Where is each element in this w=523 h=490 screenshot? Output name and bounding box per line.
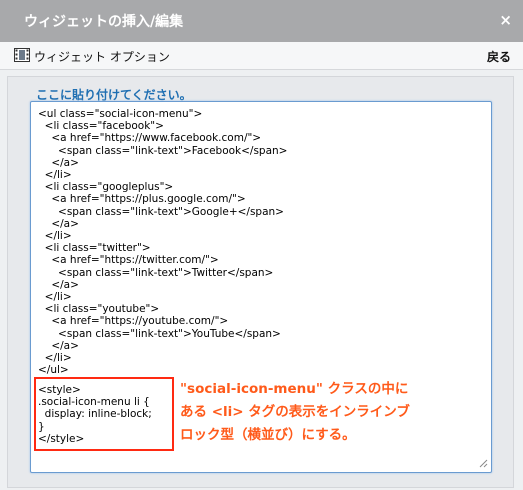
- widget-options-label: ウィジェット オプション: [34, 50, 170, 64]
- close-icon[interactable]: ×: [499, 11, 512, 29]
- film-icon: [14, 48, 30, 62]
- annotation-line-1: "social-icon-menu" クラスの中に: [180, 381, 409, 397]
- annotation-line-3: ロック型（横並び）にする。: [180, 427, 356, 443]
- back-button[interactable]: 戻る: [487, 48, 511, 65]
- annotation-callout: "social-icon-menu" クラスの中に ある <li> タグの表示を…: [180, 378, 410, 447]
- annotation-line-2: ある <li> タグの表示をインラインブ: [180, 404, 410, 420]
- dialog-title: ウィジェットの挿入/編集: [24, 14, 184, 30]
- resize-grip-icon[interactable]: [478, 458, 488, 468]
- html-code-text: <ul class="social-icon-menu"> <li class=…: [38, 108, 288, 377]
- highlight-box: [34, 377, 174, 451]
